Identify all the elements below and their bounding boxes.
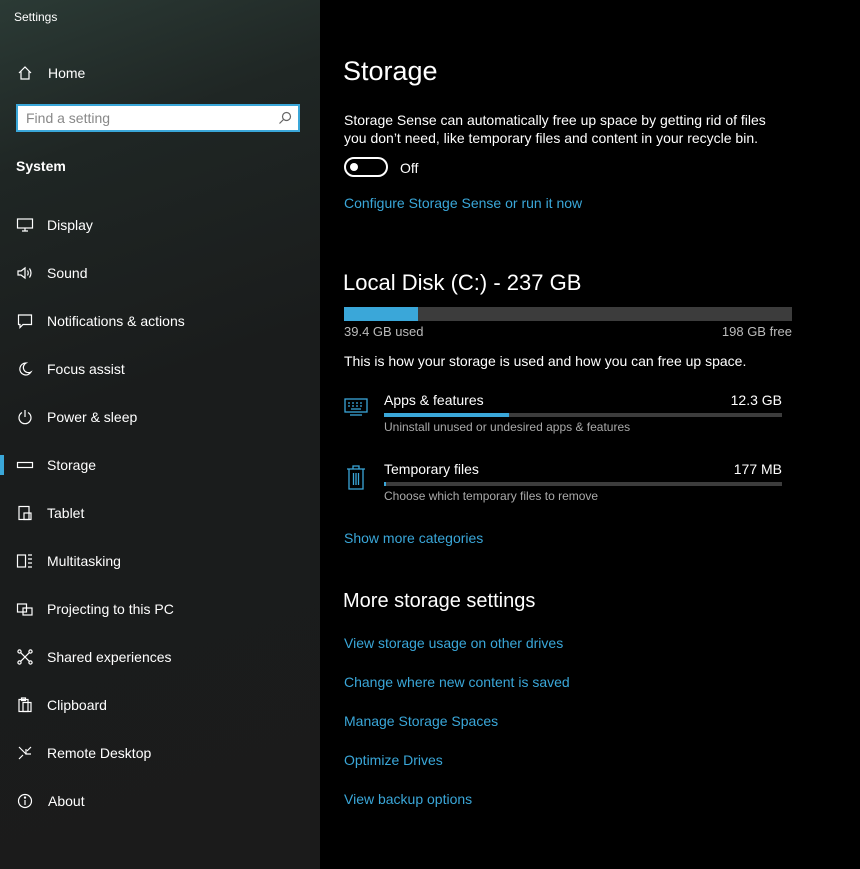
sidebar-item-label: About — [48, 793, 85, 809]
tablet-icon — [16, 504, 34, 522]
link-change-new-content-location[interactable]: Change where new content is saved — [344, 674, 570, 690]
sidebar-item-multitasking[interactable]: Multitasking — [0, 541, 320, 581]
sidebar-item-focus-assist[interactable]: Focus assist — [0, 349, 320, 389]
sidebar-item-notifications[interactable]: Notifications & actions — [0, 301, 320, 341]
category-description: Uninstall unused or undesired apps & fea… — [384, 420, 631, 434]
more-storage-settings-title: More storage settings — [343, 590, 536, 612]
usage-description: This is how your storage is used and how… — [344, 353, 747, 369]
sidebar-item-label: Clipboard — [47, 697, 107, 713]
category-name: Temporary files — [384, 461, 479, 477]
sidebar-item-label: Home — [48, 65, 86, 81]
sidebar-item-label: Display — [47, 217, 93, 233]
app-title: Settings — [14, 10, 58, 24]
clipboard-icon — [16, 696, 34, 714]
sidebar-item-remote-desktop[interactable]: Remote Desktop — [0, 733, 320, 773]
sidebar-item-projecting[interactable]: Projecting to this PC — [0, 589, 320, 629]
notifications-icon — [16, 312, 34, 330]
category-usage-fill — [384, 413, 510, 417]
sidebar-item-display[interactable]: Display — [0, 205, 320, 245]
sidebar-item-label: Sound — [47, 265, 88, 281]
disk-title: Local Disk (C:) - 237 GB — [343, 270, 582, 295]
sidebar-item-shared-experiences[interactable]: Shared experiences — [0, 637, 320, 677]
disk-usage-bar — [344, 307, 792, 321]
sidebar-item-sound[interactable]: Sound — [0, 253, 320, 293]
display-icon — [16, 216, 34, 234]
link-optimize-drives[interactable]: Optimize Drives — [344, 752, 443, 768]
storage-sense-description: Storage Sense can automatically free up … — [344, 112, 766, 146]
search-icon[interactable] — [278, 111, 292, 125]
active-indicator — [0, 455, 4, 475]
link-view-storage-other-drives[interactable]: View storage usage on other drives — [344, 635, 563, 651]
trash-icon — [344, 463, 368, 490]
sidebar-item-label: Notifications & actions — [47, 313, 185, 329]
sidebar-item-label: Power & sleep — [47, 409, 138, 425]
toggle-state-label: Off — [400, 160, 419, 176]
storage-icon — [16, 456, 34, 474]
disk-used-label: 39.4 GB used — [344, 324, 424, 339]
category-temporary-files[interactable]: Temporary files 177 MB Choose which temp… — [344, 461, 784, 517]
info-icon — [16, 792, 34, 810]
category-size: 177 MB — [733, 461, 782, 477]
category-description: Choose which temporary files to remove — [384, 489, 599, 503]
main-content: Storage Storage Sense can automatically … — [320, 0, 860, 869]
moon-icon — [16, 360, 34, 378]
power-icon — [16, 408, 34, 426]
sound-icon — [16, 264, 34, 282]
show-more-categories-link[interactable]: Show more categories — [344, 530, 483, 546]
multitasking-icon — [16, 552, 34, 570]
disk-usage-fill — [344, 307, 419, 321]
sidebar-item-tablet[interactable]: Tablet — [0, 493, 320, 533]
category-name: Apps & features — [384, 392, 484, 408]
sidebar-item-power-sleep[interactable]: Power & sleep — [0, 397, 320, 437]
sidebar-item-label: Projecting to this PC — [47, 601, 174, 617]
section-label-system: System — [16, 158, 66, 174]
toggle-knob — [350, 163, 358, 171]
storage-sense-toggle[interactable] — [344, 157, 388, 177]
remote-desktop-icon — [16, 744, 34, 762]
sidebar-item-label: Shared experiences — [47, 649, 172, 665]
sidebar-item-label: Remote Desktop — [47, 745, 152, 761]
category-apps-features[interactable]: Apps & features 12.3 GB Uninstall unused… — [344, 392, 784, 448]
sidebar-item-clipboard[interactable]: Clipboard — [0, 685, 320, 725]
search-box[interactable] — [16, 104, 300, 132]
search-input[interactable] — [26, 109, 266, 127]
sidebar-item-label: Multitasking — [47, 553, 121, 569]
sidebar-item-label: Storage — [47, 457, 97, 473]
category-usage-fill — [384, 482, 386, 486]
category-usage-bar — [384, 413, 782, 417]
apps-features-icon — [344, 394, 368, 420]
sidebar-item-storage[interactable]: Storage — [0, 445, 320, 485]
configure-storage-sense-link[interactable]: Configure Storage Sense or run it now — [344, 195, 582, 211]
category-size: 12.3 GB — [730, 392, 782, 408]
shared-experiences-icon — [16, 648, 34, 666]
sidebar-item-label: Tablet — [47, 505, 85, 521]
sidebar: Settings Home System Display Sound Notif… — [0, 0, 320, 869]
link-view-backup-options[interactable]: View backup options — [344, 791, 472, 807]
link-manage-storage-spaces[interactable]: Manage Storage Spaces — [344, 713, 498, 729]
sidebar-item-label: Focus assist — [47, 361, 125, 377]
sidebar-item-about[interactable]: About — [0, 781, 320, 821]
home-icon — [16, 64, 34, 82]
page-title: Storage — [343, 56, 438, 86]
disk-free-label: 198 GB free — [721, 324, 792, 339]
projecting-icon — [16, 600, 34, 618]
sidebar-item-home[interactable]: Home — [0, 53, 320, 93]
category-usage-bar — [384, 482, 782, 486]
